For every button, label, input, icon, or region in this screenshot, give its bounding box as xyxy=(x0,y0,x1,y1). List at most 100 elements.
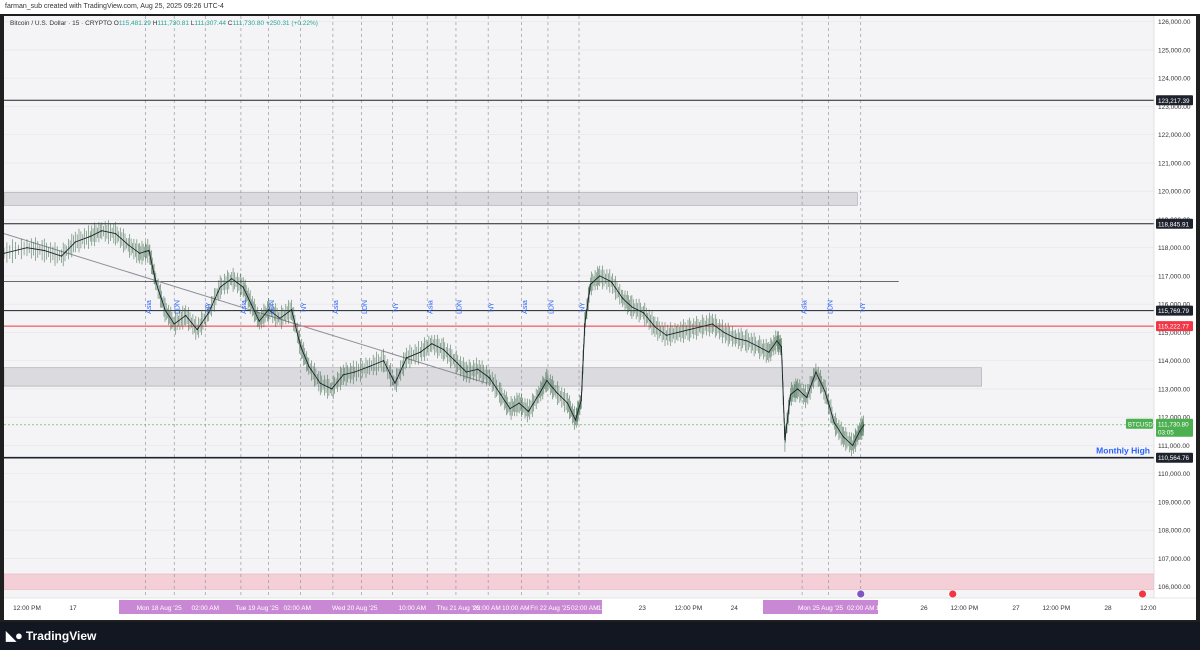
price-tick-label: 110,000.00 xyxy=(1158,471,1190,478)
price-point xyxy=(279,317,281,319)
price-point xyxy=(419,351,421,353)
session-label: NY xyxy=(206,302,213,312)
session-label: Asia xyxy=(146,300,153,314)
time-tick-label: 17 xyxy=(69,605,77,612)
time-tick-label: 23 xyxy=(639,605,647,612)
time-tick-label: 12:00 AM xyxy=(597,605,624,612)
price-point xyxy=(488,377,490,379)
price-point xyxy=(331,388,333,390)
time-tick-label: 02:00 AM xyxy=(571,605,598,612)
price-point xyxy=(700,326,702,328)
session-label: Asia xyxy=(241,300,248,314)
session-label: Asia xyxy=(428,300,435,314)
price-point xyxy=(734,337,737,339)
price-point xyxy=(757,345,760,348)
price-point xyxy=(796,388,799,390)
price-tick-label: 125,000.00 xyxy=(1158,47,1191,54)
price-point xyxy=(574,419,577,421)
price-chart[interactable]: Asia LDN NY Asia LDN NY Asia LDN NY Asia LDN NY Asia… xyxy=(4,16,1196,620)
session-label: NY xyxy=(301,302,308,312)
price-point xyxy=(518,402,520,404)
price-tick-label: 118,000.00 xyxy=(1158,245,1190,252)
countdown-label: 03:05 xyxy=(1158,429,1174,436)
price-tick-label: 111,000.00 xyxy=(1158,443,1190,450)
price-point xyxy=(465,371,467,373)
price-level-tag-label: 110,564.76 xyxy=(1158,455,1190,462)
time-tick-label: 24 xyxy=(731,605,739,612)
price-level-tag-label: 115,769.79 xyxy=(1158,308,1190,315)
price-level-tag-label: 115,222.77 xyxy=(1158,324,1190,331)
price-tick-label: 106,000.00 xyxy=(1158,584,1191,591)
price-point xyxy=(139,252,141,254)
footer-bar: ◣● TradingView xyxy=(0,622,1200,650)
price-point xyxy=(127,244,129,246)
price-point xyxy=(665,334,668,336)
price-point xyxy=(164,309,166,311)
chart-frame[interactable]: Asia LDN NY Asia LDN NY Asia LDN NY Asia LDN NY Asia… xyxy=(0,14,1200,622)
price-tick-label: 126,000.00 xyxy=(1158,19,1191,26)
legend-change: +250.31 (+0.22%) xyxy=(266,20,318,27)
session-label: LDN xyxy=(828,300,835,314)
price-point xyxy=(555,391,557,393)
price-point xyxy=(258,320,260,322)
price-point xyxy=(546,379,548,382)
price-point xyxy=(776,340,778,342)
ohlc-legend: Bitcoin / U.S. Dollar · 15 · CRYPTO O115… xyxy=(10,20,318,27)
price-tick-label: 121,000.00 xyxy=(1158,160,1191,167)
monthly-high-label: Monthly High xyxy=(1096,446,1150,456)
price-point xyxy=(250,303,252,305)
price-tick-label: 108,000.00 xyxy=(1158,528,1191,535)
price-point xyxy=(114,232,117,235)
time-tick-label: Mon 18 Aug '25 xyxy=(137,605,182,612)
price-point xyxy=(509,408,511,410)
session-label: LDN xyxy=(362,300,369,314)
time-tick-label: 10:00 AM xyxy=(876,605,903,612)
price-level-tag-label: 123,217.39 xyxy=(1158,98,1190,105)
session-label: LDN xyxy=(175,300,182,314)
session-label: NY xyxy=(393,302,400,312)
price-point xyxy=(580,399,582,401)
time-tick-label: Wed 20 Aug '25 xyxy=(332,605,378,612)
price-tick-label: 113,000.00 xyxy=(1158,386,1190,393)
session-label: LDN xyxy=(269,300,276,314)
price-point xyxy=(89,235,91,237)
price-tick-label: 120,000.00 xyxy=(1158,189,1191,196)
price-point xyxy=(43,249,45,252)
legend-symbol: Bitcoin / U.S. Dollar · 15 · CRYPTO xyxy=(10,20,114,27)
price-point xyxy=(101,230,103,232)
current-price-label: 111,730.80 xyxy=(1158,421,1189,428)
price-point xyxy=(566,402,569,404)
price-point xyxy=(806,396,808,399)
session-label: Asia xyxy=(801,300,808,314)
time-tick-label: 02:00 AM xyxy=(284,605,311,612)
price-point xyxy=(185,314,187,317)
price-point xyxy=(319,382,321,384)
price-point xyxy=(431,343,433,345)
price-point xyxy=(790,393,792,396)
price-tick-label: 122,000.00 xyxy=(1158,132,1191,139)
time-tick-label: 12:00 PM xyxy=(1042,605,1070,612)
price-point xyxy=(382,360,385,362)
time-tick-label: 02:00 AM xyxy=(473,605,500,612)
caption-text: farman_sub created with TradingView.com,… xyxy=(5,3,224,10)
price-point xyxy=(852,444,854,447)
price-tick-label: 124,000.00 xyxy=(1158,76,1191,83)
legend-close-value: 111,730.80 xyxy=(233,20,266,27)
price-point xyxy=(219,286,221,288)
price-point xyxy=(155,280,157,283)
price-point xyxy=(780,345,783,348)
price-point xyxy=(538,393,540,396)
price-point xyxy=(74,241,76,243)
price-point xyxy=(231,278,233,280)
price-point xyxy=(631,306,633,308)
economic-event-icon xyxy=(948,589,958,599)
price-point xyxy=(405,357,408,359)
price-point xyxy=(815,371,817,373)
price-point xyxy=(442,348,444,350)
tradingview-logo[interactable]: ◣● TradingView xyxy=(6,628,96,644)
time-tick-label: 12:00 PM xyxy=(674,605,702,612)
price-tick-label: 107,000.00 xyxy=(1158,556,1191,563)
price-point xyxy=(833,422,835,424)
price-tick-label: 109,000.00 xyxy=(1158,499,1191,506)
price-point xyxy=(859,430,861,432)
